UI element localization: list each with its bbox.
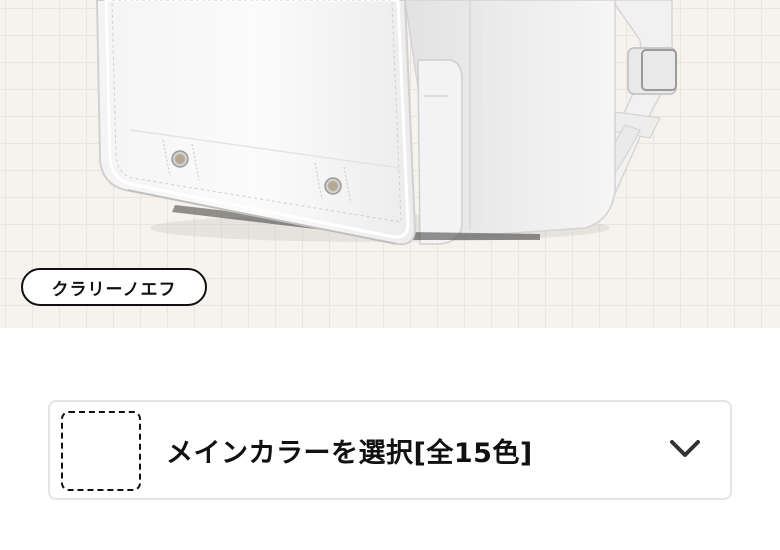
model-name-text: クラリーノエフ (51, 279, 177, 300)
chevron-down-icon[interactable] (668, 434, 702, 464)
page: クラリーノエフ メインカラーを選択[全15色] (0, 0, 780, 550)
product-image: クラリーノエフ (0, 0, 780, 328)
color-swatch-placeholder (61, 411, 141, 491)
model-name-badge: クラリーノエフ (21, 268, 207, 306)
main-color-select-label: メインカラーを選択[全15色] (166, 437, 533, 469)
main-color-select[interactable]: メインカラーを選択[全15色] (48, 400, 732, 500)
